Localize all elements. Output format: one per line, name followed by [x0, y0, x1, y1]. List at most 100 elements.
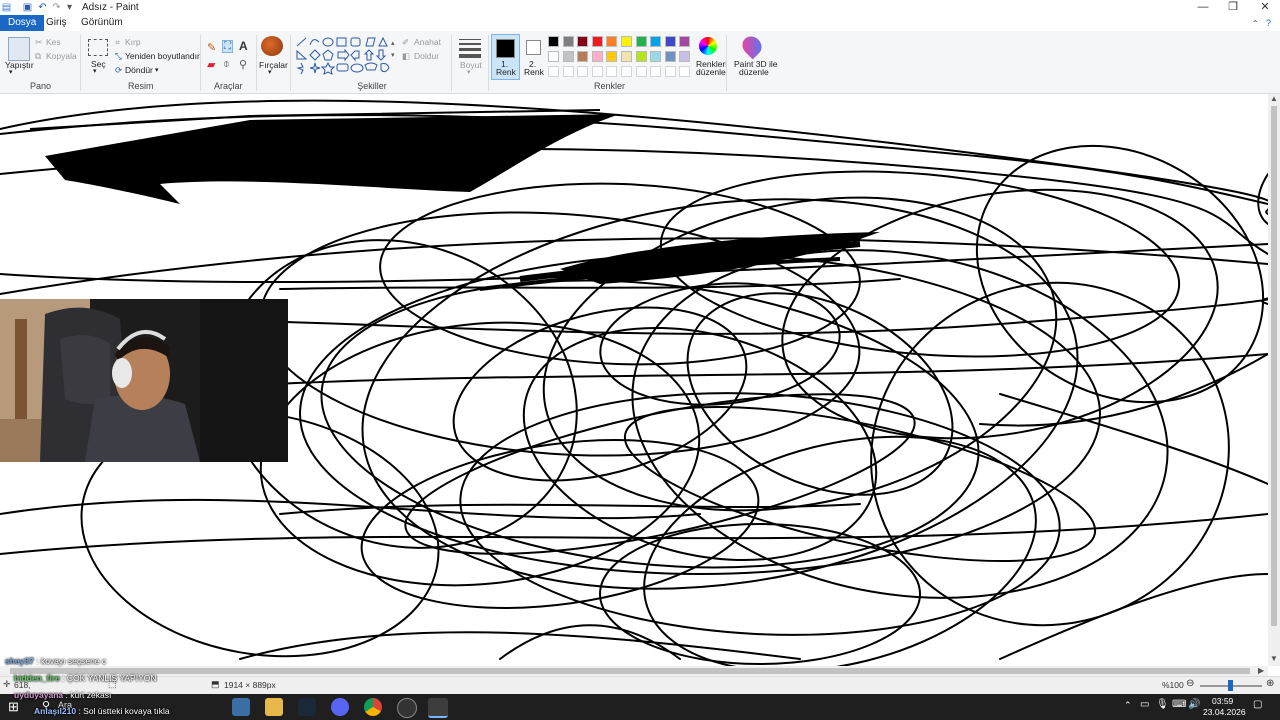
horizontal-scroll-thumb[interactable] [10, 668, 1250, 674]
crop-icon[interactable]: ⌗ [115, 37, 120, 48]
pencil-icon[interactable]: ✎ [207, 41, 216, 54]
outline-button[interactable]: Anahat [414, 37, 441, 47]
palette-color-swatch[interactable] [562, 36, 574, 47]
steam-icon[interactable] [298, 698, 316, 716]
cut-icon[interactable]: ✂ [35, 37, 42, 48]
network-icon[interactable]: ⌨ [1172, 699, 1186, 710]
custom-color-slot[interactable] [606, 66, 618, 77]
notifications-icon[interactable]: ▢ [1253, 699, 1262, 710]
brushes-icon[interactable] [261, 36, 283, 56]
rotate-button[interactable]: Döndür [125, 65, 153, 75]
microphone-icon[interactable]: 🎙 [1156, 699, 1169, 710]
palette-color-swatch[interactable] [635, 36, 647, 47]
save-icon[interactable]: ▣ [22, 2, 33, 13]
outline-icon[interactable]: ✐ [402, 37, 409, 48]
tray-app-icon[interactable]: ▭ [1140, 699, 1149, 710]
redo-icon[interactable]: ↷ [51, 2, 62, 13]
paint3d-button-line2[interactable]: düzenle [739, 67, 769, 77]
custom-color-slot[interactable] [635, 66, 647, 77]
custom-color-slot[interactable] [548, 66, 559, 77]
horizontal-scrollbar[interactable]: ▶ [0, 666, 1268, 676]
tray-overflow-icon[interactable]: ⌃ [1124, 700, 1132, 711]
palette-color-swatch[interactable] [606, 51, 618, 62]
cut-button[interactable]: Kes [46, 37, 61, 47]
undo-icon[interactable]: ↶ [37, 2, 48, 13]
chrome-icon[interactable] [364, 698, 382, 716]
palette-color-swatch[interactable] [548, 51, 559, 62]
taskbar-app-icon[interactable] [232, 698, 250, 716]
palette-color-swatch[interactable] [621, 36, 632, 47]
file-explorer-icon[interactable] [265, 698, 283, 716]
resize-button[interactable]: Yeniden boyutlandır [125, 51, 200, 61]
paste-dropdown-icon[interactable]: ▾ [9, 68, 13, 76]
clock-time[interactable]: 03:59 [1212, 696, 1233, 706]
custom-color-slot[interactable] [650, 66, 662, 77]
copy-icon[interactable]: ⧉ [35, 51, 41, 62]
palette-color-swatch[interactable] [606, 36, 618, 47]
palette-color-swatch[interactable] [650, 36, 662, 47]
paint3d-icon[interactable] [738, 32, 766, 60]
resize-icon[interactable]: ⤡ [115, 51, 122, 62]
palette-color-swatch[interactable] [635, 51, 647, 62]
select-icon[interactable] [88, 39, 108, 56]
fill-icon[interactable]: ◧ [402, 51, 410, 62]
zoom-out-icon[interactable]: ⊖ [1186, 678, 1194, 689]
text-tool-icon[interactable]: A [239, 39, 248, 53]
size-icon[interactable] [459, 39, 481, 58]
scroll-down-arrow[interactable]: ▼ [1270, 654, 1278, 663]
copy-button[interactable]: Kopyala [46, 51, 77, 61]
palette-color-swatch[interactable] [664, 51, 676, 62]
scroll-up-arrow[interactable]: ▲ [1270, 94, 1278, 103]
discord-icon[interactable] [331, 698, 349, 716]
brushes-button[interactable]: Fırçalar [259, 60, 288, 70]
fill-bucket-icon[interactable]: ⛶ [222, 40, 233, 53]
eraser-icon[interactable]: ▰ [207, 58, 215, 71]
custom-color-slot[interactable] [591, 66, 603, 77]
magnifier-icon[interactable]: ⚲ [239, 58, 247, 71]
palette-color-swatch[interactable] [679, 36, 691, 47]
minimize-button[interactable]: — [1188, 0, 1218, 15]
paint-taskbar-icon[interactable] [428, 698, 448, 718]
custom-color-slot[interactable] [577, 66, 589, 77]
color-picker-icon[interactable]: ⌽ [223, 58, 230, 71]
palette-color-swatch[interactable] [548, 36, 559, 47]
rotate-dropdown-icon[interactable]: ▾ [155, 66, 159, 74]
volume-icon[interactable]: 🔊 [1188, 699, 1200, 710]
windows-start-icon[interactable]: ⊞ [8, 699, 19, 715]
brushes-dropdown-icon[interactable]: ▾ [268, 68, 272, 76]
palette-color-swatch[interactable] [577, 36, 589, 47]
rotate-icon[interactable]: ⟳ [115, 65, 122, 76]
palette-color-swatch[interactable] [650, 51, 662, 62]
edit-colors-icon[interactable] [699, 37, 717, 55]
paste-icon[interactable] [8, 37, 30, 61]
tab-home[interactable]: Giriş [38, 15, 75, 31]
zoom-slider-thumb[interactable] [1228, 680, 1233, 691]
palette-color-swatch[interactable] [664, 36, 676, 47]
shapes-gallery[interactable] [295, 36, 395, 78]
select-dropdown-icon[interactable]: ▾ [93, 67, 97, 75]
scroll-right-arrow[interactable]: ▶ [1258, 666, 1264, 675]
palette-color-swatch[interactable] [591, 51, 603, 62]
fill-button[interactable]: Doldur [414, 51, 439, 61]
palette-color-swatch[interactable] [591, 36, 603, 47]
shapes-scroll-down[interactable]: ▾ [391, 51, 395, 59]
clock-date[interactable]: 23.04.2026 [1203, 707, 1246, 717]
custom-color-slot[interactable] [562, 66, 574, 77]
zoom-in-icon[interactable]: ⊕ [1266, 678, 1274, 689]
palette-color-swatch[interactable] [621, 51, 632, 62]
palette-color-swatch[interactable] [679, 51, 691, 62]
edit-colors-button-line2[interactable]: düzenle [696, 67, 726, 77]
palette-color-swatch[interactable] [562, 51, 574, 62]
ribbon-collapse-icon[interactable]: ⌃ [1252, 19, 1259, 28]
close-button[interactable]: ✕ [1250, 0, 1280, 15]
maximize-button[interactable]: ❐ [1218, 0, 1248, 15]
color2-swatch[interactable] [526, 40, 541, 55]
palette-color-swatch[interactable] [577, 51, 589, 62]
obs-icon[interactable] [397, 698, 417, 718]
tab-view[interactable]: Görünüm [73, 15, 131, 31]
custom-color-slot[interactable] [679, 66, 691, 77]
vertical-scroll-thumb[interactable] [1271, 106, 1277, 626]
size-dropdown-icon[interactable]: ▾ [467, 68, 471, 76]
custom-color-slot[interactable] [621, 66, 632, 77]
custom-color-slot[interactable] [664, 66, 676, 77]
